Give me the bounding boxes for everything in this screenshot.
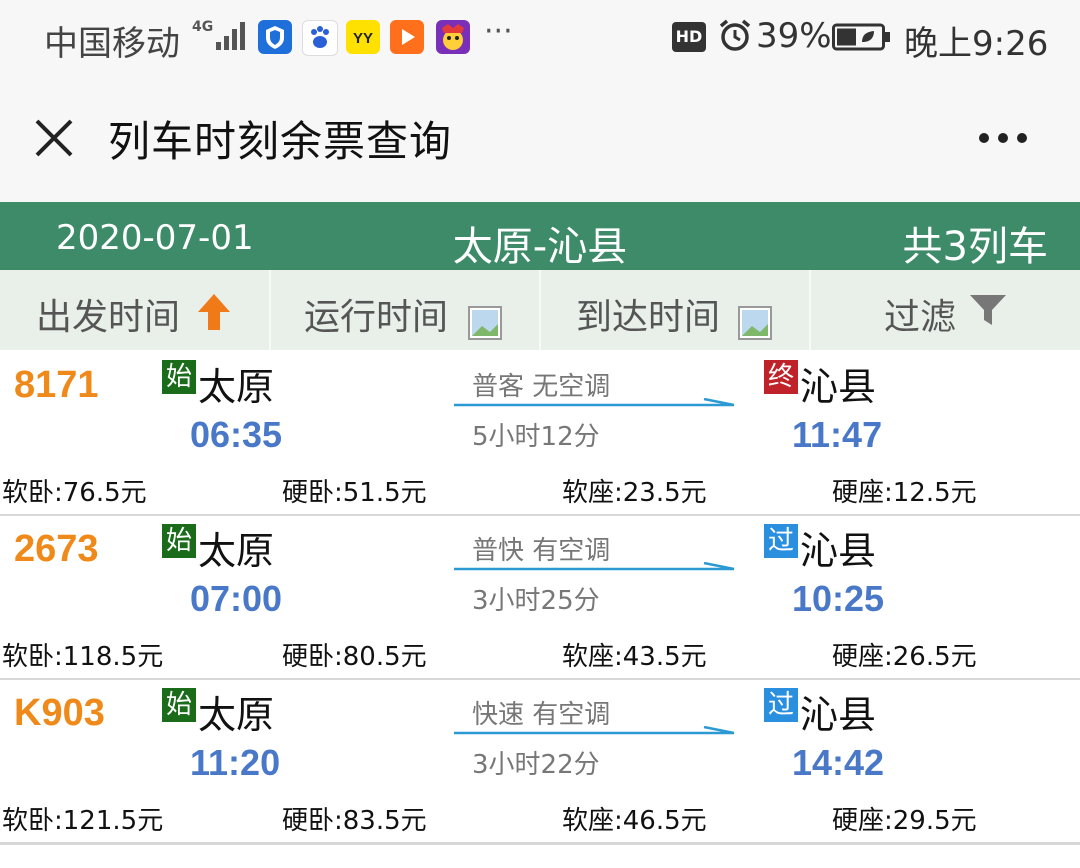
shield-app-icon	[258, 20, 292, 54]
svg-text:YY: YY	[353, 30, 373, 47]
departure-station: 太原	[198, 529, 275, 573]
price-hard-seat: 硬座:26.5元	[832, 642, 977, 672]
train-row[interactable]: 8171 始 太原 06:35 普客 无空调 5小时12分 终 沁县 11:47…	[0, 352, 1080, 517]
yy-app-icon: YY	[346, 20, 380, 54]
sort-duration-label: 运行时间	[304, 297, 449, 338]
departure-time: 07:00	[190, 578, 283, 619]
departure-time: 06:35	[190, 414, 283, 455]
battery-icon	[832, 23, 890, 51]
sort-arrival-label: 到达时间	[576, 297, 721, 338]
price-hard-sleeper: 硬卧:83.5元	[282, 806, 427, 836]
price-soft-seat: 软座:23.5元	[562, 478, 707, 508]
arrival-time: 10:25	[792, 578, 885, 619]
network-type: 4G	[192, 19, 214, 35]
battery-percent: 39%	[756, 16, 832, 56]
price-hard-seat: 硬座:12.5元	[832, 478, 977, 508]
clock: 晚上9:26	[904, 24, 1049, 64]
departure-time: 11:20	[190, 742, 281, 783]
hd-badge: HD	[672, 22, 706, 52]
status-bar: 中国移动 4G YY ··· HD 39% 晚上9:26	[0, 0, 1080, 78]
filter-button[interactable]: 过滤	[810, 270, 1080, 350]
game-app-icon	[436, 20, 470, 54]
start-station-badge: 始	[162, 524, 196, 558]
train-number: 8171	[14, 364, 99, 406]
price-hard-seat: 硬座:29.5元	[832, 806, 977, 836]
arrival-time: 11:47	[792, 414, 883, 455]
sort-by-duration[interactable]: 运行时间	[270, 270, 541, 350]
arrival-station: 沁县	[800, 529, 877, 573]
travel-duration: 3小时22分	[472, 750, 600, 780]
train-row[interactable]: K903 始 太原 11:20 快速 有空调 3小时22分 过 沁县 14:42…	[0, 680, 1080, 845]
arrow-up-icon	[198, 294, 230, 330]
train-count: 共3列车	[902, 224, 1048, 270]
video-play-app-icon	[390, 20, 424, 54]
placeholder-image-icon	[738, 306, 772, 340]
pass-station-badge: 过	[764, 524, 798, 558]
sort-by-departure[interactable]: 出发时间	[0, 270, 271, 350]
price-hard-sleeper: 硬卧:80.5元	[282, 642, 427, 672]
signal-icon	[216, 22, 245, 50]
arrival-station: 沁县	[800, 365, 877, 409]
carrier-name: 中国移动	[44, 24, 180, 64]
train-number: 2673	[14, 528, 99, 570]
more-options-icon[interactable]	[978, 132, 1028, 144]
close-icon[interactable]	[34, 118, 74, 158]
arrival-time: 14:42	[792, 742, 885, 783]
route-arrow-icon	[454, 562, 735, 571]
price-soft-sleeper: 软卧:76.5元	[2, 478, 147, 508]
start-station-badge: 始	[162, 688, 196, 722]
sort-by-arrival[interactable]: 到达时间	[540, 270, 811, 350]
travel-duration: 5小时12分	[472, 422, 600, 452]
departure-station: 太原	[198, 693, 275, 737]
price-soft-sleeper: 软卧:121.5元	[2, 806, 164, 836]
query-header: 太原-沁县 2020-07-01 共3列车	[0, 202, 1080, 270]
price-soft-seat: 软座:43.5元	[562, 642, 707, 672]
placeholder-image-icon	[468, 306, 502, 340]
paw-app-icon	[302, 20, 338, 56]
arrival-station: 沁县	[800, 693, 877, 737]
price-soft-seat: 软座:46.5元	[562, 806, 707, 836]
price-soft-sleeper: 软卧:118.5元	[2, 642, 164, 672]
route-arrow-icon	[454, 726, 735, 735]
end-station-badge: 终	[764, 360, 798, 394]
route-arrow-icon	[454, 398, 735, 407]
filter-icon	[970, 295, 1006, 325]
departure-station: 太原	[198, 365, 275, 409]
alarm-icon	[719, 19, 751, 51]
train-row[interactable]: 2673 始 太原 07:00 普快 有空调 3小时25分 过 沁县 10:25…	[0, 516, 1080, 681]
start-station-badge: 始	[162, 360, 196, 394]
sort-bar: 出发时间 运行时间 到达时间 过滤	[0, 270, 1080, 350]
notification-more: ···	[484, 14, 513, 49]
query-date[interactable]: 2020-07-01	[56, 218, 254, 258]
travel-duration: 3小时25分	[472, 586, 600, 616]
train-number: K903	[14, 692, 105, 734]
price-hard-sleeper: 硬卧:51.5元	[282, 478, 427, 508]
filter-label: 过滤	[884, 297, 957, 338]
pass-station-badge: 过	[764, 688, 798, 722]
page-title: 列车时刻余票查询	[108, 117, 453, 166]
sort-departure-label: 出发时间	[36, 297, 181, 338]
